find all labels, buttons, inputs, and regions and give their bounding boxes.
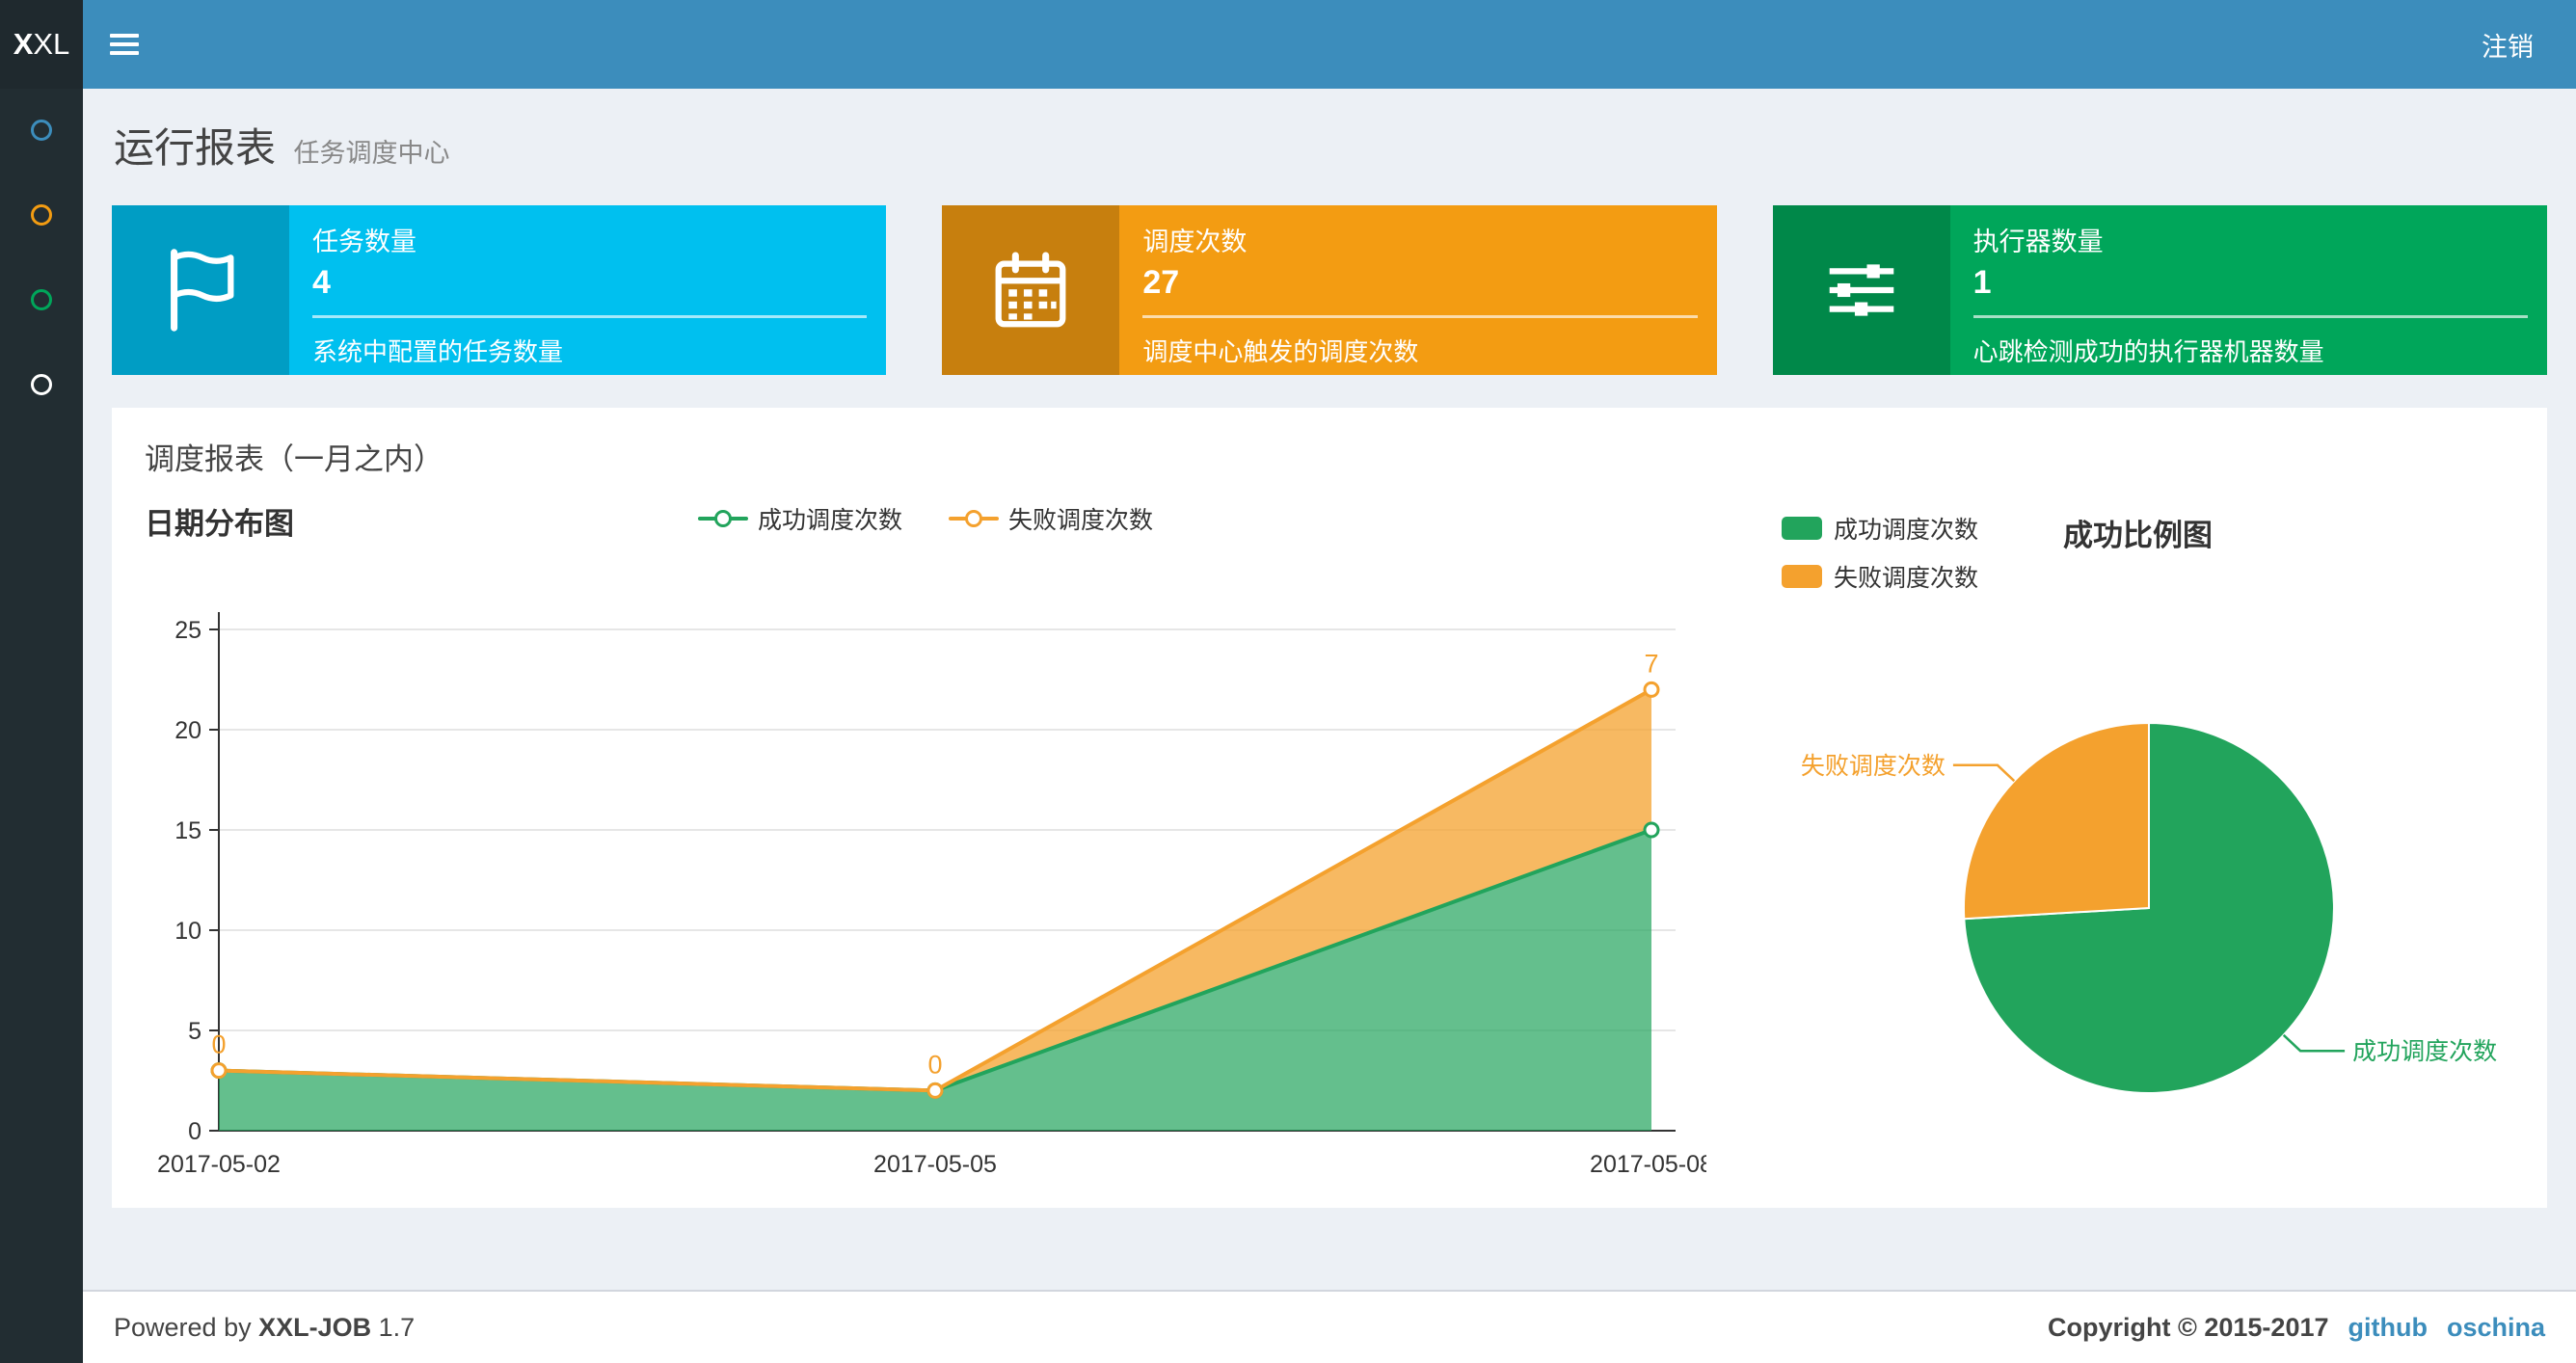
svg-text:0: 0	[188, 1118, 201, 1145]
svg-text:2017-05-08: 2017-05-08	[1590, 1151, 1706, 1178]
svg-text:2017-05-05: 2017-05-05	[873, 1151, 997, 1178]
svg-text:2017-05-02: 2017-05-02	[157, 1151, 281, 1178]
copyright-area: Copyright © 2015-2017 github oschina	[2048, 1313, 2545, 1343]
info-box-value: 27	[1142, 264, 1180, 301]
pie-chart[interactable]: 成功调度次数 失败调度次数	[1706, 582, 2516, 1199]
github-link[interactable]: github	[2348, 1313, 2428, 1343]
logout-link[interactable]: 注销	[2482, 26, 2534, 64]
copyright-text: Copyright © 2015-2017	[2047, 1312, 2329, 1342]
sidebar-item-2-icon[interactable]	[31, 204, 52, 226]
info-box-value: 1	[1972, 264, 1992, 301]
info-box-divider	[1972, 315, 2528, 318]
sliders-icon	[1772, 205, 1950, 375]
svg-text:5: 5	[188, 1018, 201, 1045]
legend-label: 失败调度次数	[1008, 507, 1154, 534]
info-box-divider	[1142, 315, 1698, 318]
charts-row: 日期分布图 成功调度次数 失败调度次数 0 5 10 15 20 25 2017…	[145, 499, 2514, 1204]
product-version: 1.7	[378, 1312, 416, 1342]
sidebar-item-4-icon[interactable]	[31, 374, 52, 395]
svg-text:0: 0	[211, 1030, 226, 1059]
top-navbar: X XL 注销	[0, 0, 2576, 89]
powered-by-prefix: Powered by	[114, 1312, 252, 1342]
info-box-jobs: 任务数量 4 系统中配置的任务数量	[112, 205, 887, 375]
legend-label: 成功调度次数	[757, 507, 902, 534]
navbar: 注销	[83, 0, 2576, 89]
info-box-body: 调度次数 27 调度中心触发的调度次数	[1119, 205, 1716, 375]
panel-title: 调度报表（一月之内）	[145, 442, 443, 476]
svg-text:10: 10	[174, 918, 201, 945]
pie-chart-header: 成功调度次数 失败调度次数 成功比例图	[1706, 499, 2516, 592]
svg-text:25: 25	[174, 617, 201, 644]
legend-item-success[interactable]: 成功调度次数	[1782, 511, 1978, 546]
svg-text:15: 15	[174, 817, 201, 844]
hamburger-icon	[110, 29, 139, 60]
logo-text: XL	[33, 27, 70, 61]
info-box-value: 4	[312, 264, 331, 301]
line-chart-header: 日期分布图 成功调度次数 失败调度次数	[145, 499, 1706, 559]
svg-text:0: 0	[927, 1050, 942, 1079]
line-marker-icon	[697, 509, 748, 528]
logo-text-bold: X	[13, 27, 34, 61]
legend-item-success[interactable]: 成功调度次数	[697, 501, 902, 536]
info-box-body: 执行器数量 1 心跳检测成功的执行器机器数量	[1950, 205, 2547, 375]
sidebar	[0, 89, 83, 1363]
info-box-body: 任务数量 4 系统中配置的任务数量	[289, 205, 886, 375]
line-marker-icon	[949, 509, 999, 528]
line-chart[interactable]: 05101520252017-05-02 2017-05-05 2017-05-08…	[145, 559, 1713, 1186]
svg-text:7: 7	[1644, 649, 1658, 678]
info-box-triggers: 调度次数 27 调度中心触发的调度次数	[942, 205, 1717, 375]
info-box-description: 系统中配置的任务数量	[312, 337, 564, 366]
sidebar-item-3-icon[interactable]	[31, 289, 52, 310]
info-box-row: 任务数量 4 系统中配置的任务数量 调度次数 27 调度中心触发的调度次数 执行…	[112, 205, 2547, 375]
pie-chart-container: 成功调度次数 失败调度次数 成功比例图 成功调度次数 失败调度次数	[1706, 499, 2516, 1204]
pie-chart-title: 成功比例图	[2063, 519, 2214, 552]
report-panel: 调度报表（一月之内） 日期分布图 成功调度次数 失败调度次数 0 5 10 15…	[112, 408, 2547, 1208]
line-chart-legend: 成功调度次数 失败调度次数	[145, 501, 1706, 536]
oschina-link[interactable]: oschina	[2447, 1313, 2545, 1343]
info-box-label: 调度次数	[1142, 227, 1248, 256]
powered-by: Powered by XXL-JOB 1.7	[114, 1313, 415, 1343]
sidebar-toggle-button[interactable]	[83, 0, 166, 89]
info-box-description: 调度中心触发的调度次数	[1142, 337, 1419, 366]
svg-text:成功调度次数: 成功调度次数	[2352, 1038, 2497, 1065]
svg-text:20: 20	[174, 717, 201, 744]
page-subtitle: 任务调度中心	[293, 139, 450, 168]
legend-swatch-icon	[1782, 517, 1822, 540]
page-header: 运行报表 任务调度中心	[114, 116, 2545, 174]
info-box-label: 任务数量	[312, 227, 416, 256]
logo[interactable]: X XL	[0, 0, 83, 89]
flag-icon	[112, 205, 289, 375]
legend-item-fail[interactable]: 失败调度次数	[949, 501, 1153, 536]
footer: Powered by XXL-JOB 1.7 Copyright © 2015-…	[83, 1290, 2576, 1363]
line-chart-container: 日期分布图 成功调度次数 失败调度次数 0 5 10 15 20 25 2017…	[145, 499, 1713, 1204]
info-box-label: 执行器数量	[1972, 227, 2104, 256]
info-box-executors: 执行器数量 1 心跳检测成功的执行器机器数量	[1772, 205, 2547, 375]
calendar-icon	[942, 205, 1120, 375]
page-title: 运行报表	[114, 125, 277, 171]
product-name: XXL-JOB	[258, 1312, 372, 1342]
info-box-description: 心跳检测成功的执行器机器数量	[1972, 337, 2324, 366]
legend-label: 成功调度次数	[1834, 517, 1979, 544]
sidebar-item-1-icon[interactable]	[31, 120, 52, 141]
main-content: 运行报表 任务调度中心 任务数量 4 系统中配置的任务数量 调度次数 27 调度…	[83, 89, 2576, 1363]
svg-text:失败调度次数: 失败调度次数	[1801, 753, 1945, 780]
info-box-divider	[312, 315, 868, 318]
